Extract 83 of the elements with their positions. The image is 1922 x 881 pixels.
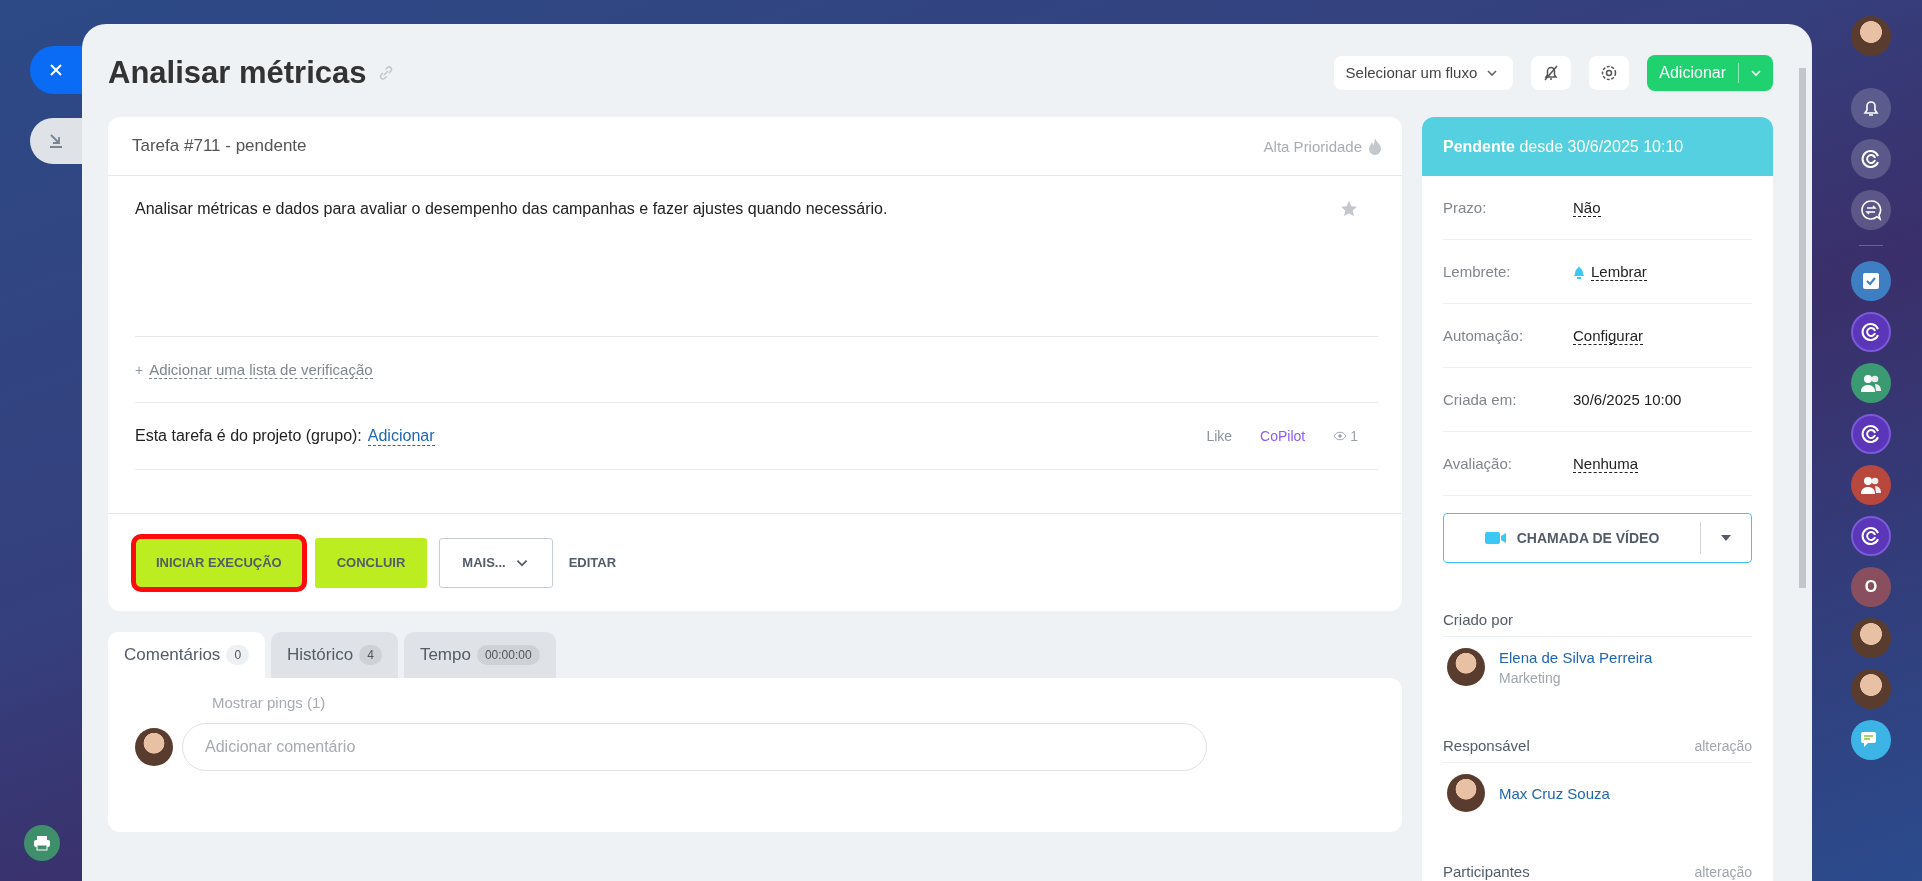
section-title: Participantes: [1443, 863, 1530, 880]
swirl-icon: [1860, 525, 1882, 547]
user-avatar[interactable]: [1851, 16, 1891, 56]
start-button[interactable]: INICIAR EXECUÇÃO: [131, 533, 307, 592]
tab[interactable]: Tempo 00:00:00: [403, 632, 556, 678]
flame-icon: [1368, 137, 1382, 155]
user-name-link[interactable]: Elena de Silva Perreira: [1499, 648, 1653, 666]
chat-button[interactable]: [1851, 516, 1891, 556]
user-avatar[interactable]: [1851, 618, 1891, 658]
tab[interactable]: Histórico 4: [271, 632, 398, 678]
swirl-icon: [1860, 423, 1882, 445]
settings-icon: [1600, 63, 1619, 82]
user-avatar[interactable]: [1851, 669, 1891, 709]
field-value-link[interactable]: Nenhuma: [1573, 454, 1639, 473]
chat-button[interactable]: [1851, 414, 1891, 454]
video-call-button[interactable]: CHAMADA DE VÍDEO: [1443, 513, 1752, 563]
more-dropdown[interactable]: MAIS...: [439, 537, 553, 588]
add-checklist-link[interactable]: Adicionar uma lista de verificação: [149, 360, 373, 379]
group-chat-button[interactable]: [1851, 363, 1891, 403]
bell-icon: [1573, 264, 1585, 279]
tab[interactable]: Comentários 0: [108, 632, 266, 678]
project-label: Esta tarefa é do projeto (grupo):: [135, 427, 362, 445]
like-link[interactable]: Like: [1206, 428, 1233, 444]
complete-button[interactable]: CONCLUIR: [314, 537, 428, 588]
copilot-link[interactable]: CoPilot: [1260, 428, 1306, 444]
plus-sign: +: [135, 361, 144, 378]
field-label: Lembrete:: [1443, 263, 1512, 280]
task-title: Analisar métricas: [108, 54, 367, 91]
arrow-down-right-icon: [48, 133, 64, 149]
copilot-button[interactable]: [1851, 139, 1891, 179]
chat-button[interactable]: [1851, 312, 1891, 352]
letter-avatar[interactable]: O: [1851, 567, 1891, 607]
task-heading: Tarefa #711 - pendente: [132, 136, 307, 156]
add-project-link[interactable]: Adicionar: [367, 426, 435, 446]
close-button[interactable]: [30, 46, 82, 94]
user-avatar: [1447, 774, 1485, 812]
printer-icon: [33, 835, 51, 851]
checkbox-icon: [1862, 272, 1880, 290]
group-icon: [1860, 475, 1882, 495]
bell-off-icon: [1542, 63, 1561, 82]
star-icon[interactable]: [1340, 200, 1358, 218]
field-value-link[interactable]: Lembrar: [1591, 262, 1647, 281]
video-camera-icon: [1484, 531, 1507, 545]
flow-select[interactable]: Selecionar um fluxo: [1333, 55, 1514, 90]
field-value: 30/6/2025 10:00: [1573, 391, 1682, 408]
eye-icon: [1333, 431, 1348, 441]
field-label: Avaliação:: [1443, 455, 1513, 472]
tab-count: 4: [359, 645, 382, 665]
user-avatar: [1447, 648, 1485, 686]
mute-button[interactable]: [1531, 55, 1572, 90]
field-value-link[interactable]: Não: [1573, 198, 1601, 217]
department-text: Marketing: [1499, 669, 1562, 686]
group-icon: [1860, 373, 1882, 393]
tab-count: 00:00:00: [476, 645, 540, 665]
section-title: Criado por: [1443, 611, 1514, 628]
field-value-link[interactable]: Configurar: [1573, 326, 1644, 345]
user-name-link[interactable]: Max Cruz Souza: [1499, 784, 1610, 802]
section-title: Responsável: [1443, 737, 1530, 754]
minimize-button[interactable]: [30, 118, 82, 164]
printer-button[interactable]: [24, 825, 60, 861]
scrollbar-thumb[interactable]: [1799, 68, 1806, 588]
swirl-icon: [1860, 321, 1882, 343]
bell-icon: [1861, 98, 1881, 118]
field-label: Prazo:: [1443, 199, 1488, 216]
swirl-icon: [1860, 148, 1882, 170]
comment-input[interactable]: Adicionar comentário: [182, 723, 1207, 771]
field-label: Criada em:: [1443, 391, 1518, 408]
messages-button[interactable]: [1851, 720, 1891, 760]
tasks-button[interactable]: [1851, 261, 1891, 301]
group-chat-button[interactable]: [1851, 465, 1891, 505]
field-label: Automação:: [1443, 327, 1525, 344]
task-description: Analisar métricas e dados para avaliar o desempenho das campanhas e fazer ajustes quando necessário.: [135, 200, 888, 218]
chat-button[interactable]: [1851, 190, 1891, 230]
close-icon: [49, 63, 63, 77]
chat-exchange-icon: [1860, 199, 1882, 221]
user-avatar: [135, 728, 173, 766]
status-text: Pendente desde 30/6/2025 10:10: [1443, 137, 1684, 156]
edit-button[interactable]: EDITAR: [564, 537, 621, 588]
settings-button[interactable]: [1589, 55, 1630, 90]
caret-icon: [1721, 535, 1731, 541]
tab-count: 0: [226, 645, 250, 665]
views-count: 1: [1333, 428, 1358, 444]
notifications-button[interactable]: [1851, 88, 1891, 128]
